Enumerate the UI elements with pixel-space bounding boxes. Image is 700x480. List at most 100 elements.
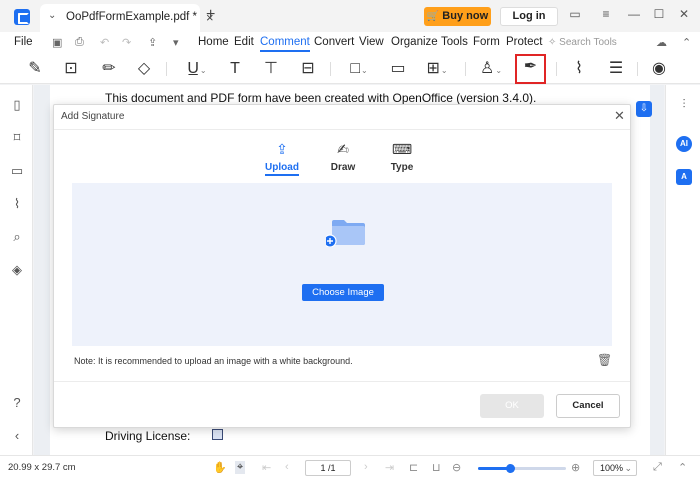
- share-icon[interactable]: ⇪: [148, 36, 157, 49]
- comment-icon[interactable]: ▭: [9, 163, 25, 179]
- textbox-icon[interactable]: ⊤: [258, 56, 284, 82]
- collapse-left-icon[interactable]: ‹: [9, 428, 25, 444]
- tab-type[interactable]: ⌨ Type: [380, 141, 424, 173]
- toolbar-separator: [166, 62, 167, 76]
- cancel-button[interactable]: Cancel: [556, 394, 620, 418]
- eye-icon[interactable]: ◉: [646, 56, 672, 82]
- menu-convert[interactable]: Convert: [314, 36, 354, 48]
- zoom-in-icon[interactable]: ⊕: [571, 461, 580, 474]
- dialog-divider: [54, 129, 630, 130]
- zoom-dropdown-icon: ⌄: [624, 463, 632, 473]
- attachment-panel-icon[interactable]: ⌇: [9, 196, 25, 212]
- title-bar: ⌄ OoPdfFormExample.pdf * × + 🛒 Buy now Lo…: [0, 0, 700, 32]
- menu-comment[interactable]: Comment: [260, 36, 310, 52]
- right-sidebar: ⫶ AI A: [665, 85, 700, 455]
- image-drop-zone[interactable]: Choose Image: [72, 183, 612, 346]
- maximize-icon[interactable]: ☐: [651, 7, 667, 21]
- page-size: 20.99 x 29.7 cm: [8, 462, 76, 473]
- search-icon[interactable]: ⌕: [9, 229, 25, 245]
- callout-icon[interactable]: ⊟: [295, 56, 321, 82]
- text-box-comment-icon[interactable]: ⊡: [58, 56, 84, 82]
- document-text-line: This document and PDF form have been cre…: [105, 91, 537, 105]
- select-tool-icon[interactable]: ⌖: [235, 461, 246, 474]
- floating-upload-icon[interactable]: ⇩: [636, 101, 652, 117]
- measure-icon[interactable]: ⊞⌄: [420, 56, 454, 82]
- save-icon[interactable]: ▣: [52, 36, 62, 49]
- signature-icon[interactable]: ✒: [515, 54, 546, 84]
- shape-icon[interactable]: □⌄: [342, 56, 376, 82]
- menu-protect[interactable]: Protect: [506, 36, 542, 48]
- prev-page-icon[interactable]: ‹: [285, 461, 289, 473]
- fit-page-icon[interactable]: ⊏: [409, 461, 418, 474]
- note-icon[interactable]: ▭: [385, 56, 411, 82]
- attachment-icon[interactable]: ⌇: [566, 56, 592, 82]
- upload-icon: ⇪: [276, 141, 288, 157]
- last-page-icon[interactable]: ⇥: [385, 461, 394, 474]
- text-icon[interactable]: T: [222, 56, 248, 82]
- menu-file[interactable]: File: [14, 36, 33, 48]
- fit-width-icon[interactable]: ⊔: [432, 461, 441, 474]
- menu-organize[interactable]: Organize: [391, 36, 438, 48]
- tab-upload-label: Upload: [265, 162, 299, 176]
- zoom-slider-knob[interactable]: [505, 464, 515, 473]
- stamp-icon[interactable]: ♙⌄: [474, 56, 508, 82]
- menu-home[interactable]: Home: [198, 36, 229, 48]
- log-in-button[interactable]: Log in: [500, 7, 558, 26]
- zoom-level-select[interactable]: 100% ⌄: [593, 460, 637, 476]
- collapse-ribbon-icon[interactable]: ⌃: [682, 36, 691, 49]
- menu-view[interactable]: View: [359, 36, 384, 48]
- close-icon[interactable]: ✕: [676, 7, 692, 21]
- undo-icon[interactable]: ↶: [100, 36, 109, 49]
- properties-sliders-icon[interactable]: ⫶: [676, 97, 692, 113]
- trash-icon[interactable]: 🗑: [597, 353, 612, 367]
- feedback-icon[interactable]: ▭: [567, 7, 583, 21]
- highlight-icon[interactable]: ✎: [22, 56, 48, 82]
- bookmark-icon[interactable]: ⌑: [9, 130, 25, 146]
- minimize-icon[interactable]: —: [626, 7, 642, 21]
- menu-edit[interactable]: Edit: [234, 36, 254, 48]
- first-page-icon[interactable]: ⇤: [262, 461, 271, 474]
- menu-icon[interactable]: ≡: [598, 7, 614, 21]
- zoom-slider[interactable]: [478, 464, 566, 473]
- upload-note: Note: It is recommended to upload an ima…: [74, 356, 353, 366]
- layers-icon[interactable]: ◈: [9, 262, 25, 278]
- hand-tool-icon[interactable]: ✋: [213, 461, 227, 474]
- search-tools-label: Search Tools: [559, 37, 617, 48]
- dialog-close-icon[interactable]: ✕: [614, 108, 625, 124]
- driving-license-label: Driving License:: [105, 429, 191, 443]
- tab-draw-label: Draw: [330, 162, 356, 173]
- pencil-icon[interactable]: ✏: [96, 56, 122, 82]
- toolbar-separator: [556, 62, 557, 76]
- buy-now-button[interactable]: 🛒 Buy now: [424, 7, 491, 26]
- keyboard-icon: ⌨: [391, 141, 413, 157]
- driving-license-checkbox[interactable]: [212, 429, 223, 440]
- cloud-upload-icon[interactable]: ☁: [656, 36, 667, 49]
- page-number-input[interactable]: 1 /1: [305, 460, 351, 476]
- zoom-out-icon[interactable]: ⊖: [452, 461, 461, 474]
- next-page-icon[interactable]: ›: [364, 461, 368, 473]
- page-thumbnail-icon[interactable]: ▯: [9, 97, 25, 113]
- new-tab-icon[interactable]: +: [206, 6, 215, 24]
- underline-icon[interactable]: U̲⌄: [180, 56, 214, 82]
- search-tools[interactable]: ✧ Search Tools: [548, 37, 617, 48]
- form-icon[interactable]: ☰: [603, 56, 629, 82]
- tab-draw[interactable]: ✍ Draw: [321, 141, 365, 173]
- help-icon[interactable]: ?: [9, 395, 25, 411]
- tab-upload[interactable]: ⇪ Upload: [260, 141, 304, 176]
- ok-button[interactable]: OK: [480, 394, 544, 418]
- tab-menu-chevron-icon[interactable]: ⌄: [48, 10, 56, 21]
- document-tab[interactable]: ⌄ OoPdfFormExample.pdf * ×: [40, 4, 214, 32]
- menu-tools[interactable]: Tools: [441, 36, 468, 48]
- collapse-up-icon[interactable]: ⌃: [678, 461, 687, 474]
- eraser-icon[interactable]: ◇: [131, 56, 157, 82]
- zoom-level-value: 100%: [600, 463, 624, 473]
- translate-icon[interactable]: A: [676, 169, 692, 185]
- menu-form[interactable]: Form: [473, 36, 500, 48]
- fullscreen-icon[interactable]: ⤢: [653, 461, 662, 474]
- choose-image-button[interactable]: Choose Image: [302, 284, 384, 301]
- ai-assistant-icon[interactable]: AI: [676, 136, 692, 152]
- redo-icon[interactable]: ↷: [122, 36, 131, 49]
- print-icon[interactable]: ⎙: [75, 36, 84, 49]
- quick-access-dropdown-icon[interactable]: ▾: [173, 36, 179, 49]
- menu-bar: File ▣ ⎙ ↶ ↷ ⇪ ▾ Home Edit Comment Conve…: [0, 32, 700, 54]
